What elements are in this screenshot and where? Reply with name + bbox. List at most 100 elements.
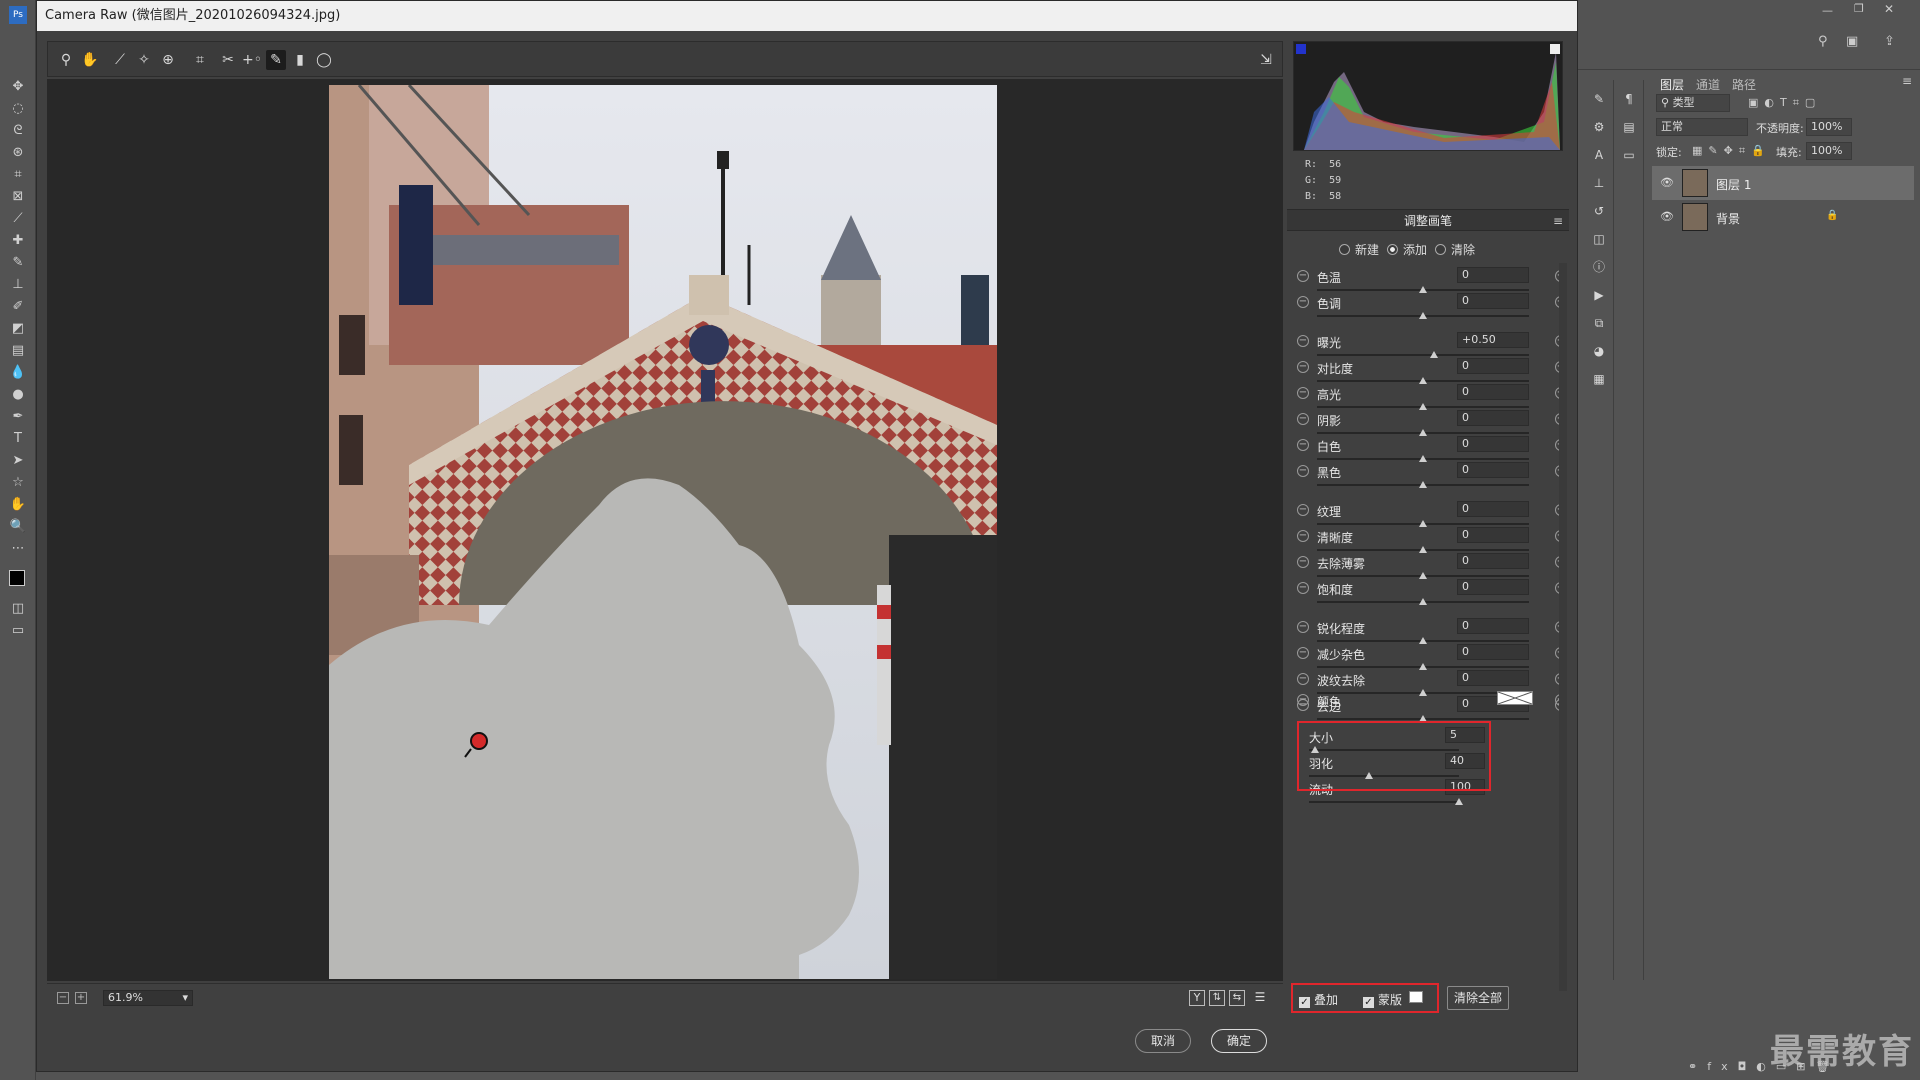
minus-icon[interactable]: − bbox=[1297, 413, 1309, 425]
radial-filter-icon[interactable]: ◯ bbox=[314, 50, 334, 70]
marquee-tool-icon[interactable]: ◌ bbox=[9, 100, 27, 118]
minus-icon[interactable]: − bbox=[1297, 296, 1309, 308]
minus-icon[interactable]: − bbox=[1297, 530, 1309, 542]
restore-icon[interactable]: ❐ bbox=[1854, 2, 1864, 15]
copy-settings-icon[interactable]: ⇆ bbox=[1229, 990, 1245, 1006]
minus-icon[interactable]: − bbox=[1297, 270, 1309, 282]
close-icon[interactable]: ✕ bbox=[1884, 2, 1894, 16]
before-after-toggle-icon[interactable]: Y bbox=[1189, 990, 1205, 1006]
panel-scrollbar[interactable] bbox=[1559, 263, 1567, 991]
quick-mask-icon[interactable]: ◫ bbox=[9, 600, 27, 618]
targeted-adjust-icon[interactable]: ⊕ bbox=[158, 50, 178, 70]
slider-thumb[interactable] bbox=[1419, 546, 1427, 553]
slider-thumb[interactable] bbox=[1419, 637, 1427, 644]
swap-settings-icon[interactable]: ⇅ bbox=[1209, 990, 1225, 1006]
minus-icon[interactable]: − bbox=[1297, 673, 1309, 685]
minus-icon[interactable]: − bbox=[1297, 647, 1309, 659]
graduated-filter-icon[interactable]: ▮ bbox=[290, 50, 310, 70]
frame-tool-icon[interactable]: ⊠ bbox=[9, 188, 27, 206]
spot-removal-icon[interactable]: ✂ bbox=[218, 50, 238, 70]
actions-icon[interactable]: ▶ bbox=[1590, 286, 1608, 304]
slider-thumb[interactable] bbox=[1419, 455, 1427, 462]
slider-value-field[interactable]: 0 bbox=[1457, 644, 1529, 660]
minimize-icon[interactable]: — bbox=[1822, 4, 1833, 17]
blend-mode-select[interactable]: 正常 bbox=[1656, 118, 1748, 136]
lock-icons[interactable]: ▦✎✥⌗🔒 bbox=[1692, 144, 1771, 158]
dodge-tool-icon[interactable]: ● bbox=[9, 386, 27, 404]
screen-mode-icon[interactable]: ▭ bbox=[9, 622, 27, 640]
panel-menu-icon[interactable]: ≡ bbox=[1553, 210, 1563, 232]
mode-add-radio[interactable]: 添加 bbox=[1387, 241, 1427, 258]
swatches-icon[interactable]: ◕ bbox=[1590, 342, 1608, 360]
more-tools-icon[interactable]: ⋯ bbox=[9, 540, 27, 558]
view-settings-icon[interactable]: ☰ bbox=[1251, 990, 1269, 1006]
minus-icon[interactable]: − bbox=[1297, 556, 1309, 568]
blur-tool-icon[interactable]: 💧 bbox=[9, 364, 27, 382]
minus-icon[interactable]: − bbox=[1297, 504, 1309, 516]
heal-tool-icon[interactable]: ✚ bbox=[9, 232, 27, 250]
clear-all-button[interactable]: 清除全部 bbox=[1447, 986, 1509, 1010]
zoom-level-select[interactable]: 61.9% ▾ bbox=[103, 990, 193, 1006]
minus-icon[interactable]: − bbox=[1297, 694, 1309, 706]
search-icon[interactable]: ⚲ bbox=[1818, 34, 1828, 49]
mode-new-radio[interactable]: 新建 bbox=[1339, 241, 1379, 258]
properties-icon[interactable]: ◫ bbox=[1590, 230, 1608, 248]
slider-value-field[interactable]: 0 bbox=[1457, 553, 1529, 569]
gradient-tool-icon[interactable]: ▤ bbox=[9, 342, 27, 360]
slider-value-field[interactable]: 0 bbox=[1457, 267, 1529, 283]
ok-button[interactable]: 确定 bbox=[1211, 1029, 1267, 1053]
slider-value-field[interactable]: 0 bbox=[1457, 384, 1529, 400]
brush-settings-icon[interactable]: ✎ bbox=[1590, 90, 1608, 108]
shape-tool-icon[interactable]: ☆ bbox=[9, 474, 27, 492]
notes-icon[interactable]: ▭ bbox=[1620, 146, 1638, 164]
minus-icon[interactable]: − bbox=[1297, 361, 1309, 373]
highlight-clipping-icon[interactable] bbox=[1550, 44, 1560, 54]
slider-value-field[interactable]: 0 bbox=[1457, 670, 1529, 686]
character-icon[interactable]: A bbox=[1590, 146, 1608, 164]
color-swatch[interactable] bbox=[1497, 691, 1533, 705]
cancel-button[interactable]: 取消 bbox=[1135, 1029, 1191, 1053]
pen-tool-icon[interactable]: ✒ bbox=[9, 408, 27, 426]
brush-tool-icon[interactable]: ✎ bbox=[9, 254, 27, 272]
adjustment-brush-icon[interactable]: ✎ bbox=[266, 50, 286, 70]
slider-value-field[interactable]: 0 bbox=[1457, 436, 1529, 452]
history-brush-tool-icon[interactable]: ✐ bbox=[9, 298, 27, 316]
quick-select-tool-icon[interactable]: ⊛ bbox=[9, 144, 27, 162]
slider-thumb[interactable] bbox=[1419, 598, 1427, 605]
layer-kind-filter[interactable]: ⚲ 类型 bbox=[1656, 94, 1730, 112]
zoom-icon[interactable]: ⚲ bbox=[56, 50, 76, 70]
slider-value-field[interactable]: 0 bbox=[1457, 618, 1529, 634]
slider-thumb[interactable] bbox=[1419, 403, 1427, 410]
panel-menu-icon[interactable]: ≡ bbox=[1902, 74, 1912, 88]
red-eye-icon[interactable]: +◦ bbox=[242, 50, 262, 70]
adjustments-icon[interactable]: ⚙ bbox=[1590, 118, 1608, 136]
info-icon[interactable]: ⓘ bbox=[1590, 258, 1608, 276]
tab-paths[interactable]: 路径 bbox=[1732, 76, 1756, 93]
zoom-in-button[interactable]: + bbox=[75, 992, 87, 1004]
opacity-field[interactable]: 100% bbox=[1806, 118, 1852, 136]
foreground-color-swatch[interactable] bbox=[9, 570, 25, 586]
tab-channels[interactable]: 通道 bbox=[1696, 76, 1720, 93]
layer-item[interactable]: 👁 图层 1 bbox=[1652, 166, 1914, 200]
libraries-icon[interactable]: ▤ bbox=[1620, 118, 1638, 136]
workspace-icon[interactable]: ▣ bbox=[1846, 34, 1858, 49]
slider-value-field[interactable]: 0 bbox=[1457, 410, 1529, 426]
tab-layers[interactable]: 图层 bbox=[1660, 76, 1684, 93]
history-icon[interactable]: ↺ bbox=[1590, 202, 1608, 220]
stamp-tool-icon[interactable]: ⊥ bbox=[9, 276, 27, 294]
clone-source-icon[interactable]: ⊥ bbox=[1590, 174, 1608, 192]
slider-value-field[interactable]: 0 bbox=[1457, 579, 1529, 595]
slider-value-field[interactable]: 0 bbox=[1457, 527, 1529, 543]
eye-icon[interactable]: 👁 bbox=[1660, 176, 1674, 189]
slider-thumb[interactable] bbox=[1455, 798, 1463, 805]
slider-value-field[interactable]: 0 bbox=[1457, 501, 1529, 517]
transform-icon[interactable]: ⌗ bbox=[190, 50, 210, 70]
slider-thumb[interactable] bbox=[1419, 429, 1427, 436]
slider-thumb[interactable] bbox=[1419, 286, 1427, 293]
image-preview[interactable] bbox=[47, 79, 1283, 981]
share-icon[interactable]: ⇪ bbox=[1884, 34, 1895, 49]
hand-icon[interactable]: ✋ bbox=[80, 50, 100, 70]
slider-value-field[interactable]: 0 bbox=[1457, 462, 1529, 478]
path-select-tool-icon[interactable]: ➤ bbox=[9, 452, 27, 470]
white-balance-icon[interactable]: ⟋ bbox=[110, 50, 130, 70]
